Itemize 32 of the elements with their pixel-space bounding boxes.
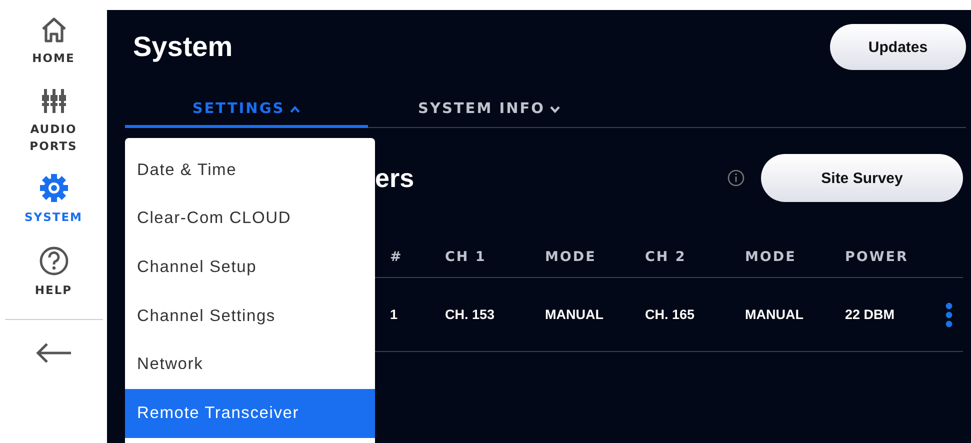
chevron-up-icon — [288, 104, 301, 112]
table-cell-text: 22 DBM — [845, 307, 896, 322]
table-cell-text: MANUAL — [545, 307, 604, 322]
sliders-icon — [40, 87, 68, 115]
back-arrow-icon[interactable] — [34, 342, 72, 364]
column-header: MODE — [545, 249, 598, 265]
info-icon[interactable] — [727, 169, 745, 187]
site-survey-button[interactable]: Site Survey — [761, 154, 963, 202]
table-cell-text: MANUAL — [745, 307, 804, 322]
more-options-icon[interactable] — [945, 302, 953, 328]
section-heading: ers — [375, 162, 416, 194]
column-header: # — [390, 249, 404, 265]
table-cell-text: 1 — [390, 307, 399, 322]
tab[interactable]: SYSTEM INFO — [368, 92, 611, 128]
sidebar-item[interactable]: HOME — [8, 16, 98, 67]
settings-icon — [38, 173, 68, 203]
page-title: System — [133, 31, 233, 63]
column-header: MODE — [745, 249, 798, 265]
table-cell-text: CH. 153 — [445, 307, 496, 322]
sidebar-item[interactable]: SYSTEM — [8, 173, 98, 226]
sidebar-item[interactable]: HELP — [8, 246, 98, 299]
menu-item[interactable]: Remote Transceiver — [125, 388, 375, 438]
tab[interactable]: SETTINGS — [125, 92, 368, 128]
chevron-down-icon — [548, 104, 561, 112]
column-header: CH 2 — [645, 249, 688, 265]
sidebar-item[interactable]: AUDIO PORTS — [8, 87, 98, 155]
home-icon — [40, 16, 68, 44]
updates-button[interactable]: Updates — [830, 24, 966, 70]
help-icon — [38, 246, 68, 276]
column-header: POWER — [845, 249, 910, 265]
table-cell-text: CH. 165 — [645, 307, 696, 322]
column-header: CH 1 — [445, 249, 488, 265]
